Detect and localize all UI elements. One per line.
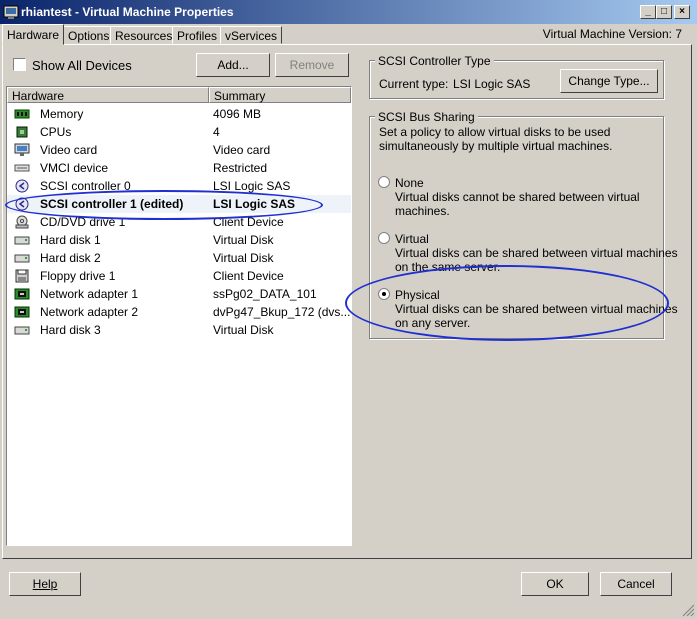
- hardware-row-cpus[interactable]: CPUs 4: [7, 123, 351, 141]
- disk-icon: [14, 254, 30, 263]
- vm-app-icon: [3, 5, 19, 19]
- scsi-bus-sharing-title: SCSI Bus Sharing: [375, 110, 478, 124]
- device-icon: [14, 164, 30, 172]
- scsi-controller-type-title: SCSI Controller Type: [375, 54, 494, 68]
- column-header-summary[interactable]: Summary: [209, 87, 351, 103]
- change-type-button[interactable]: Change Type...: [560, 69, 658, 93]
- tab-profiles[interactable]: Profiles: [172, 26, 223, 44]
- window-title: rhiantest - Virtual Machine Properties: [21, 5, 234, 19]
- close-button[interactable]: ×: [674, 5, 690, 19]
- show-all-devices-checkbox[interactable]: [13, 58, 26, 71]
- option-none-description-2: machines.: [395, 204, 450, 218]
- hardware-row-hard-disk-3[interactable]: Hard disk 3 Virtual Disk: [7, 321, 351, 339]
- hardware-row-vmci-device[interactable]: VMCI device Restricted: [7, 159, 351, 177]
- radio-virtual[interactable]: [378, 232, 390, 244]
- cancel-button[interactable]: Cancel: [600, 572, 672, 596]
- maximize-button[interactable]: □: [656, 5, 672, 19]
- title-bar[interactable]: rhiantest - Virtual Machine Properties _…: [0, 0, 697, 24]
- annotation-oval-selected-row: [5, 190, 323, 220]
- ok-button[interactable]: OK: [521, 572, 589, 596]
- tab-vservices[interactable]: vServices: [220, 26, 283, 44]
- remove-button[interactable]: Remove: [275, 53, 349, 77]
- hardware-list: Hardware Summary Memory 4096 MB CPUs 4 V…: [6, 86, 352, 546]
- add-button[interactable]: Add...: [196, 53, 270, 77]
- cpu-icon: [16, 126, 28, 138]
- tab-hardware[interactable]: Hardware: [2, 24, 65, 45]
- option-none-label[interactable]: None: [395, 176, 424, 190]
- current-type-value: LSI Logic SAS: [453, 77, 531, 91]
- resize-grip-icon[interactable]: [681, 603, 695, 617]
- disk-icon: [14, 236, 30, 245]
- option-none-description-1: Virtual disks cannot be shared between v…: [395, 190, 640, 204]
- floppy-icon: [15, 269, 29, 283]
- bus-sharing-description-1: Set a policy to allow virtual disks to b…: [379, 125, 611, 139]
- disk-icon: [14, 326, 30, 335]
- hardware-row-network-adapter-1[interactable]: Network adapter 1 ssPg02_DATA_101: [7, 285, 351, 303]
- minimize-button[interactable]: _: [640, 5, 656, 19]
- scsi-icon: [15, 179, 29, 193]
- option-virtual-label[interactable]: Virtual: [395, 232, 429, 246]
- cd-icon: [15, 215, 29, 229]
- bus-sharing-description-2: simultaneously by multiple virtual machi…: [379, 139, 613, 153]
- option-virtual-description-1: Virtual disks can be shared between virt…: [395, 246, 678, 260]
- memory-icon: [14, 109, 30, 119]
- hardware-row-memory[interactable]: Memory 4096 MB: [7, 105, 351, 123]
- show-all-devices-label[interactable]: Show All Devices: [32, 58, 132, 73]
- vm-properties-window: rhiantest - Virtual Machine Properties _…: [0, 0, 697, 619]
- network-icon: [14, 288, 30, 300]
- help-button[interactable]: Help: [9, 572, 81, 596]
- hardware-row-video-card[interactable]: Video card Video card: [7, 141, 351, 159]
- tab-options[interactable]: Options: [63, 26, 115, 44]
- hardware-row-hard-disk-1[interactable]: Hard disk 1 Virtual Disk: [7, 231, 351, 249]
- annotation-oval-physical-option: [345, 265, 669, 341]
- radio-none[interactable]: [378, 176, 390, 188]
- current-type-label: Current type:: [379, 77, 449, 91]
- hardware-row-floppy-drive-1[interactable]: Floppy drive 1 Client Device: [7, 267, 351, 285]
- monitor-icon: [14, 143, 30, 156]
- vm-version-label: Virtual Machine Version: 7: [542, 27, 682, 41]
- network-icon: [14, 306, 30, 318]
- hardware-row-network-adapter-2[interactable]: Network adapter 2 dvPg47_Bkup_172 (dvs..…: [7, 303, 351, 321]
- hardware-row-hard-disk-2[interactable]: Hard disk 2 Virtual Disk: [7, 249, 351, 267]
- tab-resources[interactable]: Resources: [110, 26, 178, 44]
- column-header-hardware[interactable]: Hardware: [7, 87, 209, 103]
